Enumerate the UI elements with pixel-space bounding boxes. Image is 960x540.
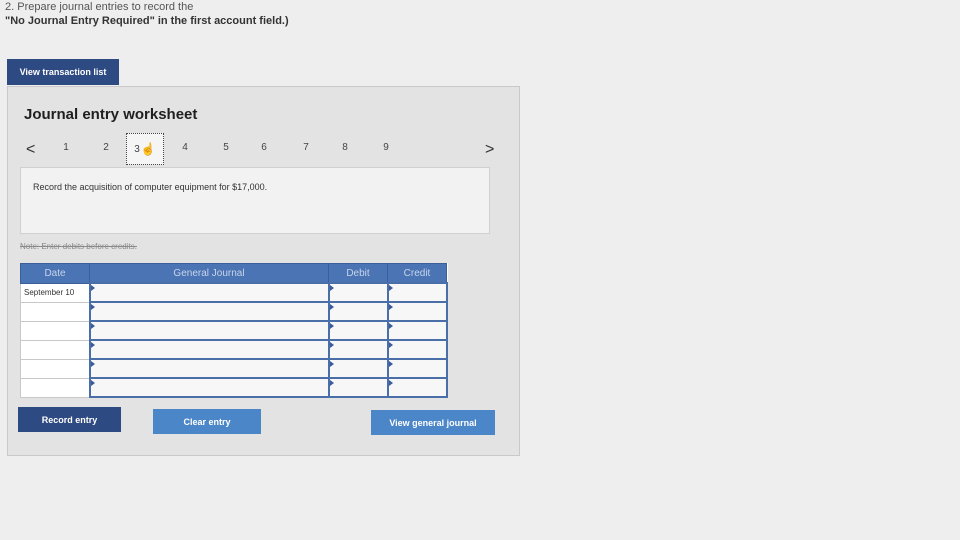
dropdown-marker-icon [388, 361, 393, 367]
table-row [20, 358, 448, 379]
dropdown-marker-icon [388, 342, 393, 348]
debit-input[interactable] [327, 339, 389, 360]
table-row [20, 377, 448, 398]
debit-input[interactable] [327, 358, 389, 379]
debit-input[interactable] [327, 301, 389, 322]
tab-9[interactable]: 9 [374, 136, 398, 158]
tab-1[interactable]: 1 [54, 136, 78, 158]
hand-pointer-icon: ☝ [140, 142, 156, 156]
account-input[interactable] [88, 320, 330, 341]
tab-6[interactable]: 6 [252, 136, 276, 158]
dropdown-marker-icon [329, 361, 334, 367]
instruction-line-2: "No Journal Entry Required" in the first… [5, 15, 289, 27]
credit-input[interactable] [386, 339, 448, 360]
date-cell [20, 358, 90, 379]
date-cell [20, 320, 90, 341]
tab-7[interactable]: 7 [294, 136, 318, 158]
tab-3-label: 3 [134, 143, 140, 155]
dropdown-marker-icon [90, 361, 95, 367]
worksheet-title: Journal entry worksheet [24, 106, 198, 123]
debit-input[interactable] [327, 320, 389, 341]
dropdown-marker-icon [90, 323, 95, 329]
tab-2[interactable]: 2 [94, 136, 118, 158]
dropdown-marker-icon [90, 304, 95, 310]
view-general-journal-button[interactable]: View general journal [371, 410, 495, 435]
instructions: 2. Prepare journal entries to record the… [5, 0, 289, 28]
date-cell [20, 377, 90, 398]
dropdown-marker-icon [388, 323, 393, 329]
tab-3[interactable]: 3 ☝ [126, 133, 164, 165]
transaction-description: Record the acquisition of computer equip… [33, 182, 268, 192]
credit-input[interactable] [386, 282, 448, 303]
credit-input[interactable] [386, 358, 448, 379]
next-arrow-icon[interactable]: > [485, 141, 494, 159]
prev-arrow-icon[interactable]: < [26, 141, 35, 159]
journal-table: Date General Journal Debit Credit Septem… [20, 263, 448, 398]
account-input[interactable] [88, 282, 330, 303]
account-input[interactable] [88, 301, 330, 322]
general-journal-header: General Journal [89, 263, 329, 284]
instruction-line-1: 2. Prepare journal entries to record the [5, 1, 194, 13]
tab-5[interactable]: 5 [214, 136, 238, 158]
table-row: September 10 [20, 282, 448, 303]
account-input[interactable] [88, 358, 330, 379]
date-cell [20, 301, 90, 322]
dropdown-marker-icon [388, 380, 393, 386]
debit-input[interactable] [327, 377, 389, 398]
table-row [20, 339, 448, 360]
view-transaction-list-button[interactable]: View transaction list [7, 59, 119, 85]
dropdown-marker-icon [329, 380, 334, 386]
debits-credits-note: Note: Enter debits before credits. [20, 242, 137, 251]
journal-entry-worksheet-panel: Journal entry worksheet < > 1 2 3 ☝ 4 5 … [7, 86, 520, 456]
account-input[interactable] [88, 339, 330, 360]
table-row [20, 301, 448, 322]
dropdown-marker-icon [329, 342, 334, 348]
journal-table-header: Date General Journal Debit Credit [20, 263, 447, 284]
dropdown-marker-icon [90, 342, 95, 348]
table-row [20, 320, 448, 341]
dropdown-marker-icon [90, 285, 95, 291]
credit-input[interactable] [386, 320, 448, 341]
dropdown-marker-icon [329, 304, 334, 310]
tab-4[interactable]: 4 [173, 136, 197, 158]
transaction-description-box: Record the acquisition of computer equip… [20, 167, 490, 234]
dropdown-marker-icon [329, 323, 334, 329]
dropdown-marker-icon [329, 285, 334, 291]
debit-header: Debit [328, 263, 388, 284]
credit-input[interactable] [386, 377, 448, 398]
clear-entry-button[interactable]: Clear entry [153, 409, 261, 434]
tab-8[interactable]: 8 [333, 136, 357, 158]
date-cell: September 10 [20, 282, 90, 303]
dropdown-marker-icon [388, 285, 393, 291]
debit-input[interactable] [327, 282, 389, 303]
date-header: Date [20, 263, 90, 284]
dropdown-marker-icon [90, 380, 95, 386]
credit-input[interactable] [386, 301, 448, 322]
dropdown-marker-icon [388, 304, 393, 310]
date-cell [20, 339, 90, 360]
credit-header: Credit [387, 263, 447, 284]
account-input[interactable] [88, 377, 330, 398]
record-entry-button[interactable]: Record entry [18, 407, 121, 432]
